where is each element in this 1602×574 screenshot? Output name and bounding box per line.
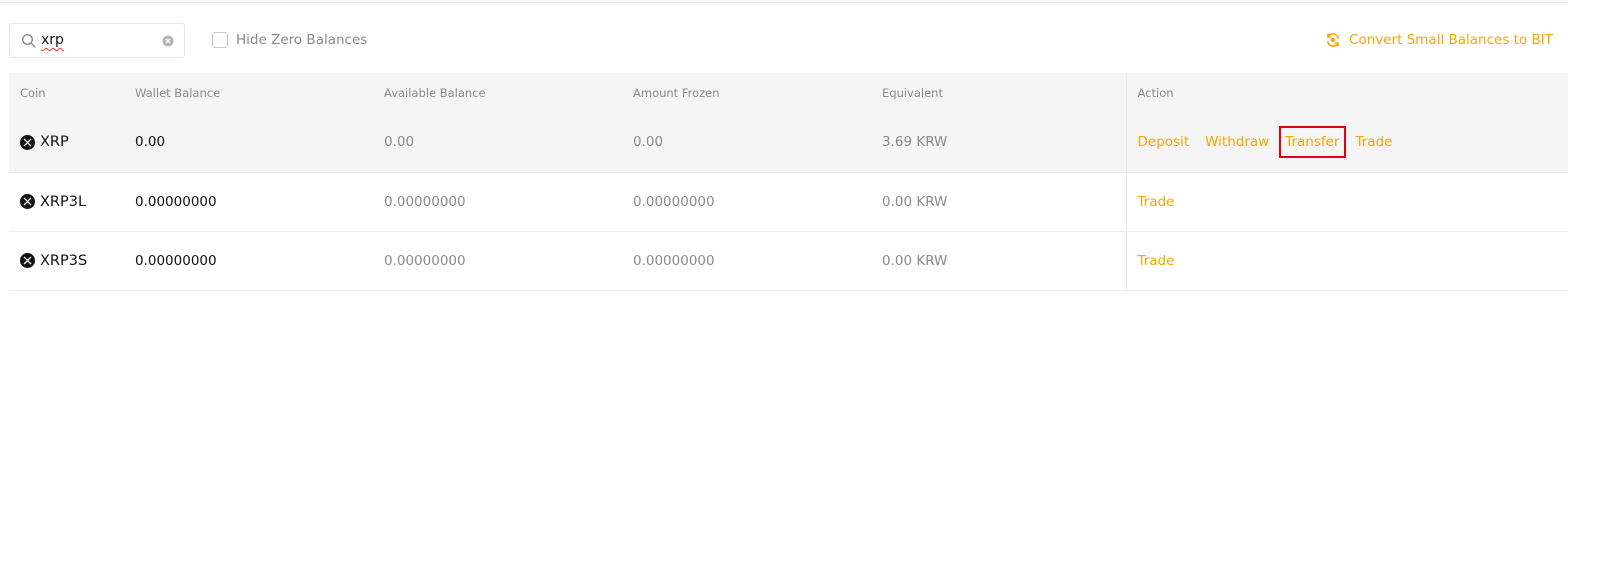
top-panel-edge <box>0 0 1568 3</box>
action-cell: Deposit Withdraw Transfer Trade <box>1125 113 1569 172</box>
trade-link[interactable]: Trade <box>1138 194 1175 210</box>
xrp-coin-icon <box>20 134 35 150</box>
withdraw-link[interactable]: Withdraw <box>1205 134 1269 150</box>
available-balance: 0.00000000 <box>384 252 466 269</box>
equivalent-value: 3.69 KRW <box>882 134 948 151</box>
action-links: Trade <box>1138 253 1569 269</box>
amount-frozen: 0.00000000 <box>633 193 715 210</box>
transfer-link[interactable]: Transfer <box>1279 126 1346 159</box>
clear-icon[interactable] <box>162 35 174 47</box>
wallet-balance: 0.00 <box>135 134 166 151</box>
coin-name: XRP3L <box>40 193 87 210</box>
convert-icon <box>1327 33 1340 47</box>
available-balance: 0.00 <box>384 134 415 151</box>
action-cell: Trade <box>1125 172 1569 231</box>
hide-zero-label: Hide Zero Balances <box>236 32 368 48</box>
wallet-balance: 0.00000000 <box>135 252 217 269</box>
coin-cell: XRP3L <box>9 172 124 231</box>
hide-zero-balances-toggle[interactable]: Hide Zero Balances <box>212 31 367 49</box>
asset-table: Coin Wallet Balance Available Balance Am… <box>9 73 1568 291</box>
coin: XRP3L <box>20 194 124 210</box>
amount-frozen: 0.00000000 <box>633 252 715 269</box>
wallet-balance: 0.00000000 <box>135 193 217 210</box>
header-equivalent: Equivalent <box>882 86 943 100</box>
action-links: Trade <box>1138 194 1569 210</box>
table-header-row: Coin Wallet Balance Available Balance Am… <box>9 73 1568 113</box>
coin-name: XRP3S <box>40 252 88 269</box>
xrp-coin-icon <box>20 253 35 268</box>
header-coin: Coin <box>20 86 46 100</box>
available-balance: 0.00000000 <box>384 193 466 210</box>
header-action: Action <box>1125 73 1568 113</box>
hide-zero-checkbox[interactable] <box>212 32 228 48</box>
search-icon <box>21 33 36 48</box>
equivalent-value: 0.00 KRW <box>882 193 948 210</box>
header-amount-frozen: Amount Frozen <box>633 86 720 100</box>
coin-name: XRP <box>40 134 69 151</box>
xrp-coin-icon <box>20 194 35 209</box>
table-row: XRP3S 0.00000000 0.00000000 0.00000000 0… <box>9 231 1568 290</box>
header-available-balance: Available Balance <box>384 86 486 100</box>
equivalent-value: 0.00 KRW <box>882 252 948 269</box>
coin-cell: XRP <box>9 113 124 172</box>
coin: XRP <box>20 134 124 150</box>
table-row: XRP3L 0.00000000 0.00000000 0.00000000 0… <box>9 172 1568 231</box>
convert-label: Convert Small Balances to BIT <box>1349 32 1553 48</box>
coin-cell: XRP3S <box>9 231 124 290</box>
coin: XRP3S <box>20 253 124 269</box>
trade-link[interactable]: Trade <box>1356 134 1393 150</box>
table-row: XRP 0.00 0.00 0.00 3.69 KRW Deposit With… <box>9 113 1568 172</box>
convert-small-balances-link[interactable]: Convert Small Balances to BIT <box>1325 31 1553 49</box>
action-cell: Trade <box>1125 231 1569 290</box>
search-value[interactable]: xrp <box>41 32 64 48</box>
search-input[interactable]: xrp <box>9 23 185 58</box>
deposit-link[interactable]: Deposit <box>1138 134 1190 150</box>
amount-frozen: 0.00 <box>633 134 664 151</box>
header-wallet-balance: Wallet Balance <box>135 86 221 100</box>
trade-link[interactable]: Trade <box>1138 253 1175 269</box>
action-links: Deposit Withdraw Transfer Trade <box>1138 126 1569 159</box>
toolbar: xrp Hide Zero Balances Convert Small Bal… <box>9 23 1568 58</box>
